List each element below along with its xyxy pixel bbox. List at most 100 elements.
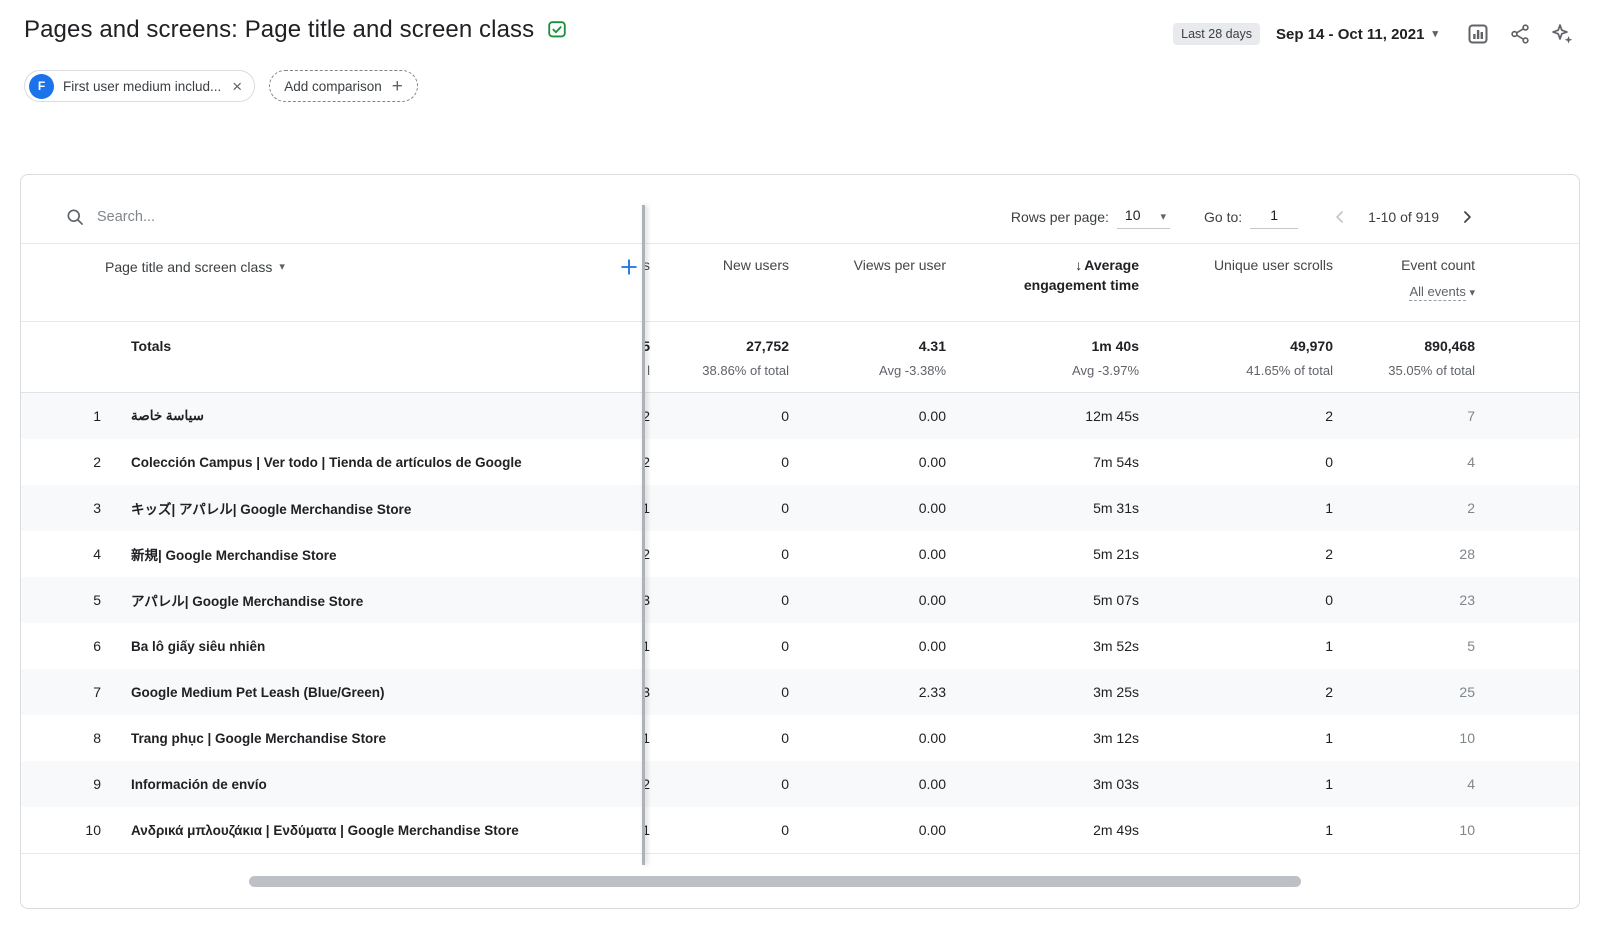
row-avg-engagement: 12m 45s [946,408,1139,424]
comparison-chip[interactable]: F First user medium includ... × [24,70,255,102]
data-quality-check-icon[interactable] [546,19,568,41]
add-comparison-label: Add comparison [284,79,382,94]
chevron-down-icon: ▾ [1160,212,1166,223]
report-header: Pages and screens: Page title and screen… [0,0,1600,48]
table-row: 2 Colección Campus | Ver todo | Tienda d… [21,439,1579,485]
row-avg-engagement: 5m 07s [946,592,1139,608]
goto-page-input[interactable] [1250,206,1298,229]
row-page-title: アパレル| Google Merchandise Store [131,590,642,610]
totals-avg-engagement-sub: Avg -3.97% [946,363,1139,378]
totals-views-per-user: 4.31 [789,338,946,354]
row-views-per-user: 0.00 [789,592,946,608]
row-new-users: 0 [650,730,789,746]
rows-per-page-label: Rows per page: [1011,209,1109,225]
row-unique-scrolls: 1 [1139,500,1333,516]
column-header-unique-user-scrolls[interactable]: Unique user scrolls [1139,256,1333,276]
row-page-title: Trang phục | Google Merchandise Store [131,731,642,746]
row-avg-engagement: 5m 31s [946,500,1139,516]
h-scrollbar-thumb[interactable] [249,876,1301,887]
search-input[interactable] [95,208,415,226]
sort-desc-icon: ↓ [1075,257,1082,273]
row-new-users: 0 [650,454,789,470]
table-row: 1 سياسة خاصة 2 0 0.00 12m 45s 2 7 [21,393,1579,439]
table-row: 8 Trang phục | Google Merchandise Store … [21,715,1579,761]
row-event-count: 4 [1333,454,1475,470]
row-new-users: 0 [650,592,789,608]
totals-event-count: 890,468 [1333,338,1475,354]
row-new-users: 0 [650,684,789,700]
row-new-users: 0 [650,408,789,424]
frozen-column-divider[interactable] [642,205,645,865]
totals-new-users-sub: 38.86% of total [650,363,789,378]
row-index: 2 [21,454,131,470]
next-page-icon[interactable] [1455,205,1479,229]
row-views-per-user: 0.00 [789,776,946,792]
dimension-header-dropdown[interactable]: Page title and screen class ▾ [105,259,285,275]
row-avg-engagement: 3m 25s [946,684,1139,700]
table-row: 10 Ανδρικά μπλουζάκια | Ενδύματα | Googl… [21,807,1579,853]
row-event-count: 5 [1333,638,1475,654]
add-comparison-button[interactable]: Add comparison + [269,70,418,102]
previous-page-icon[interactable] [1328,205,1352,229]
row-unique-scrolls: 1 [1139,638,1333,654]
share-icon[interactable] [1506,20,1534,48]
table-search [65,207,415,227]
table-row: 6 Ba lô giấy siêu nhiên 1 0 0.00 3m 52s … [21,623,1579,669]
chevron-down-icon: ▾ [1469,287,1475,299]
row-index: 9 [21,776,131,792]
row-new-users: 0 [650,546,789,562]
report-table-card: Rows per page: 10 ▾ Go to: 1-10 of 919 P… [20,174,1580,909]
row-event-count: 23 [1333,592,1475,608]
date-preset-badge: Last 28 days [1173,23,1260,45]
event-filter-dropdown[interactable]: All events ▾ [1333,283,1475,301]
comparison-chips-row: F First user medium includ... × Add comp… [0,48,1600,102]
pagination-range: 1-10 of 919 [1368,209,1439,225]
row-event-count: 10 [1333,822,1475,838]
table-row: 9 Información de envío 2 0 0.00 3m 03s 1… [21,761,1579,807]
date-range-text: Sep 14 - Oct 11, 2021 [1276,26,1424,43]
row-index: 3 [21,500,131,516]
row-unique-scrolls: 2 [1139,684,1333,700]
dimension-header-label: Page title and screen class [105,259,272,275]
totals-unique-scrolls-sub: 41.65% of total [1139,363,1333,378]
rows-per-page-select[interactable]: 10 ▾ [1117,205,1170,229]
column-header-event-count[interactable]: Event count All events ▾ [1333,256,1475,301]
table-row: 3 キッズ| アパレル| Google Merchandise Store 1 … [21,485,1579,531]
row-views-per-user: 0.00 [789,822,946,838]
table-body: 1 سياسة خاصة 2 0 0.00 12m 45s 2 7 2 Cole… [21,393,1579,854]
row-views-per-user: 0.00 [789,730,946,746]
table-row: 7 Google Medium Pet Leash (Blue/Green) 3… [21,669,1579,715]
row-event-count: 7 [1333,408,1475,424]
row-index: 4 [21,546,131,562]
edit-comparisons-icon[interactable] [1464,20,1492,48]
row-views-per-user: 2.33 [789,684,946,700]
column-header-views-per-user[interactable]: Views per user [789,256,946,276]
row-new-users: 0 [650,822,789,838]
row-page-title: Ανδρικά μπλουζάκια | Ενδύματα | Google M… [131,823,642,838]
row-avg-engagement: 7m 54s [946,454,1139,470]
comparison-avatar: F [29,74,54,99]
row-page-title: キッズ| アパレル| Google Merchandise Store [131,498,642,518]
row-views-per-user: 0.00 [789,546,946,562]
row-index: 5 [21,592,131,608]
row-page-title: Ba lô giấy siêu nhiên [131,639,642,654]
totals-views-per-user-sub: Avg -3.38% [789,363,946,378]
close-icon[interactable]: × [230,78,244,95]
row-unique-scrolls: 0 [1139,592,1333,608]
chevron-down-icon: ▾ [279,262,285,273]
totals-row: Totals 5 l 27,752 38.86% of total 4.31 A… [21,322,1579,393]
row-page-title: Google Medium Pet Leash (Blue/Green) [131,685,642,700]
goto-label: Go to: [1204,209,1242,225]
column-header-new-users[interactable]: New users [650,256,789,276]
row-page-title: Información de envío [131,777,642,792]
row-views-per-user: 0.00 [789,408,946,424]
page-title: Pages and screens: Page title and screen… [24,16,534,44]
insights-icon[interactable] [1548,20,1576,48]
add-metric-icon[interactable] [618,256,640,278]
row-unique-scrolls: 1 [1139,776,1333,792]
plus-icon: + [392,77,403,96]
row-event-count: 28 [1333,546,1475,562]
date-range-selector[interactable]: Sep 14 - Oct 11, 2021 ▾ [1276,26,1438,43]
column-header-avg-engagement[interactable]: ↓Average engagement time [946,256,1139,295]
row-unique-scrolls: 2 [1139,408,1333,424]
